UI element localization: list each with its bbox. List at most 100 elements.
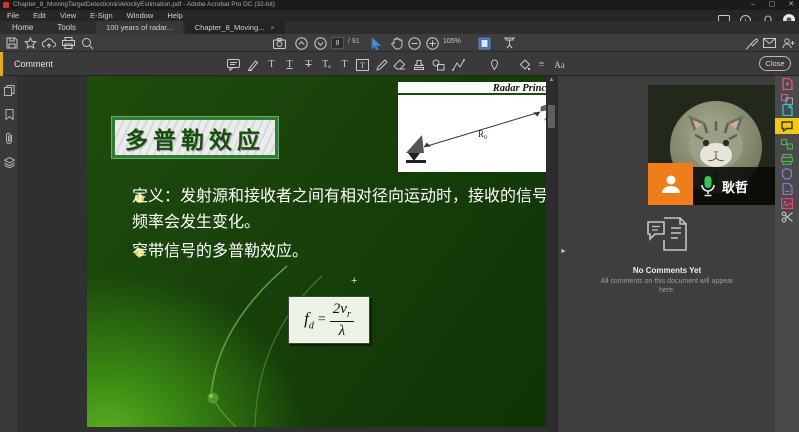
menu-view[interactable]: View bbox=[53, 10, 83, 21]
sticky-note-icon[interactable] bbox=[226, 57, 241, 72]
tab-close-icon[interactable]: × bbox=[270, 23, 274, 32]
page-thumbnails-icon[interactable] bbox=[3, 84, 15, 96]
presenter-badge bbox=[648, 163, 693, 205]
scrollbar-thumb[interactable] bbox=[548, 105, 555, 128]
text-cursor-crosshair: + bbox=[351, 275, 357, 287]
underline-text-icon[interactable]: T bbox=[282, 57, 297, 72]
bullet-item-narrowband: 窄带信号的多普勒效应。 bbox=[132, 239, 557, 265]
text-box-icon[interactable]: T bbox=[355, 57, 370, 72]
pin-attachment-icon[interactable] bbox=[487, 57, 502, 72]
fill-sign-pen-icon[interactable] bbox=[744, 36, 758, 50]
line-weight-icon[interactable]: ≡ bbox=[534, 57, 549, 72]
zoom-in-icon[interactable] bbox=[425, 36, 439, 50]
close-window-button[interactable]: ✕ bbox=[783, 0, 799, 10]
restore-button[interactable]: ▢ bbox=[764, 0, 780, 10]
bookmarks-icon[interactable] bbox=[3, 108, 15, 120]
highlight-text-icon[interactable] bbox=[245, 57, 260, 72]
select-tool-icon[interactable] bbox=[369, 36, 383, 50]
microphone-icon bbox=[700, 175, 716, 197]
participant-name-bar: 耿哲 bbox=[693, 167, 778, 205]
formula-denominator: λ bbox=[339, 322, 346, 340]
document-scrollbar[interactable]: ▲ bbox=[546, 76, 557, 432]
formula-fraction: 2vr λ bbox=[330, 301, 354, 340]
formula-numerator: 2vr bbox=[330, 301, 354, 322]
radar-diagram: R0 v bbox=[398, 95, 570, 168]
page-display-icon[interactable] bbox=[477, 36, 491, 50]
save-icon[interactable] bbox=[5, 36, 19, 50]
protect-pdf-icon[interactable] bbox=[781, 168, 793, 180]
fill-color-icon[interactable] bbox=[517, 57, 532, 72]
menu-esign[interactable]: E-Sign bbox=[83, 10, 120, 21]
menu-file[interactable]: File bbox=[0, 10, 26, 21]
person-icon bbox=[659, 172, 683, 196]
main-area: 多普勒效应 Radar Principles R0 bbox=[0, 76, 799, 432]
pdf-slide-page: 多普勒效应 Radar Principles R0 bbox=[87, 76, 573, 427]
page-number-input[interactable]: 8 bbox=[331, 37, 344, 49]
tab-bar: Home Tools 100 years of radar... Chapter… bbox=[0, 21, 799, 34]
left-navigation-rail bbox=[0, 76, 18, 432]
menu-help[interactable]: Help bbox=[160, 10, 189, 21]
strikethrough-text-icon[interactable]: T bbox=[301, 57, 316, 72]
draw-pencil-icon[interactable] bbox=[374, 57, 389, 72]
scroll-up-icon[interactable]: ▲ bbox=[546, 77, 557, 83]
share-with-others-icon[interactable] bbox=[781, 36, 795, 50]
minimize-button[interactable]: – bbox=[745, 0, 761, 10]
window-title: Chapter_8_MovingTargetDetection&Velocity… bbox=[13, 1, 275, 8]
main-toolbar: 8 / 91 105% ▾ ▾ bbox=[0, 34, 799, 52]
stamp-icon[interactable] bbox=[411, 57, 426, 72]
snapshot-icon[interactable] bbox=[272, 36, 286, 50]
comment-tool-selected[interactable] bbox=[775, 118, 799, 134]
connected-lines-icon[interactable] bbox=[451, 57, 466, 72]
layers-icon[interactable] bbox=[3, 156, 15, 168]
radar-figure-panel: Radar Principles R0 v bbox=[398, 82, 570, 172]
title-bar: Chapter_8_MovingTargetDetection&Velocity… bbox=[0, 0, 799, 10]
document-tab-label: Chapter_8_Moving... bbox=[195, 23, 265, 32]
shapes-icon[interactable] bbox=[431, 57, 446, 72]
combine-files-icon[interactable] bbox=[781, 153, 793, 165]
right-tools-rail bbox=[775, 76, 799, 432]
close-comment-toolbar-button[interactable]: Close bbox=[759, 56, 791, 71]
text-style-icon[interactable]: Aa bbox=[552, 57, 567, 72]
add-text-comment-icon[interactable]: T bbox=[264, 57, 279, 72]
replace-text-icon[interactable]: T bbox=[337, 57, 352, 72]
document-tab-radar[interactable]: 100 years of radar... bbox=[96, 21, 183, 34]
send-email-icon[interactable] bbox=[762, 36, 776, 50]
no-comments-title: No Comments Yet bbox=[558, 266, 776, 275]
eraser-icon[interactable] bbox=[392, 57, 407, 72]
tab-home[interactable]: Home bbox=[0, 21, 45, 34]
slide-title-text: 多普勒效应 bbox=[125, 121, 265, 155]
fill-and-sign-icon[interactable] bbox=[781, 138, 793, 150]
create-pdf-icon[interactable] bbox=[781, 104, 793, 116]
svg-text:T: T bbox=[360, 61, 365, 70]
more-tools-icon[interactable] bbox=[781, 211, 793, 223]
tab-tools[interactable]: Tools bbox=[45, 21, 88, 34]
menu-edit[interactable]: Edit bbox=[26, 10, 53, 21]
presentation-mode-icon[interactable] bbox=[502, 36, 516, 50]
comment-toolbar: Comment T T T Tₐ T T ≡ Aa Close bbox=[0, 52, 799, 76]
insert-text-icon[interactable]: Tₐ bbox=[319, 57, 334, 72]
bullet-item-definition: 定义：发射源和接收者之间有相对径向运动时，接收的信号频率会发生变化。 bbox=[132, 184, 557, 236]
video-call-overlay[interactable]: 耿哲 bbox=[648, 85, 778, 205]
star-favorites-icon[interactable] bbox=[23, 36, 37, 50]
no-comments-illustration-icon bbox=[646, 214, 688, 259]
svg-text:R0: R0 bbox=[478, 129, 487, 141]
hand-tool-icon[interactable] bbox=[390, 36, 404, 50]
no-comments-subtitle: All comments on this document will appea… bbox=[592, 277, 742, 295]
panel-collapse-icon[interactable]: ► bbox=[560, 248, 567, 255]
scan-ocr-icon[interactable] bbox=[781, 197, 793, 209]
zoom-level-value[interactable]: 105% bbox=[443, 38, 461, 45]
export-pdf-icon[interactable] bbox=[781, 78, 793, 90]
formula-lhs: fd bbox=[304, 309, 314, 331]
request-signatures-icon[interactable] bbox=[781, 183, 793, 195]
cloud-upload-icon[interactable] bbox=[42, 36, 56, 50]
document-tab-chapter8[interactable]: Chapter_8_Moving... × bbox=[185, 21, 285, 34]
next-page-icon[interactable] bbox=[313, 36, 327, 50]
participant-name: 耿哲 bbox=[722, 177, 748, 196]
zoom-out-icon[interactable] bbox=[407, 36, 421, 50]
comment-toolbar-accent-stripe bbox=[0, 52, 3, 76]
search-icon[interactable] bbox=[80, 36, 94, 50]
print-icon[interactable] bbox=[61, 36, 75, 50]
menu-window[interactable]: Window bbox=[120, 10, 161, 21]
previous-page-icon[interactable] bbox=[294, 36, 308, 50]
attachments-icon[interactable] bbox=[3, 132, 15, 144]
